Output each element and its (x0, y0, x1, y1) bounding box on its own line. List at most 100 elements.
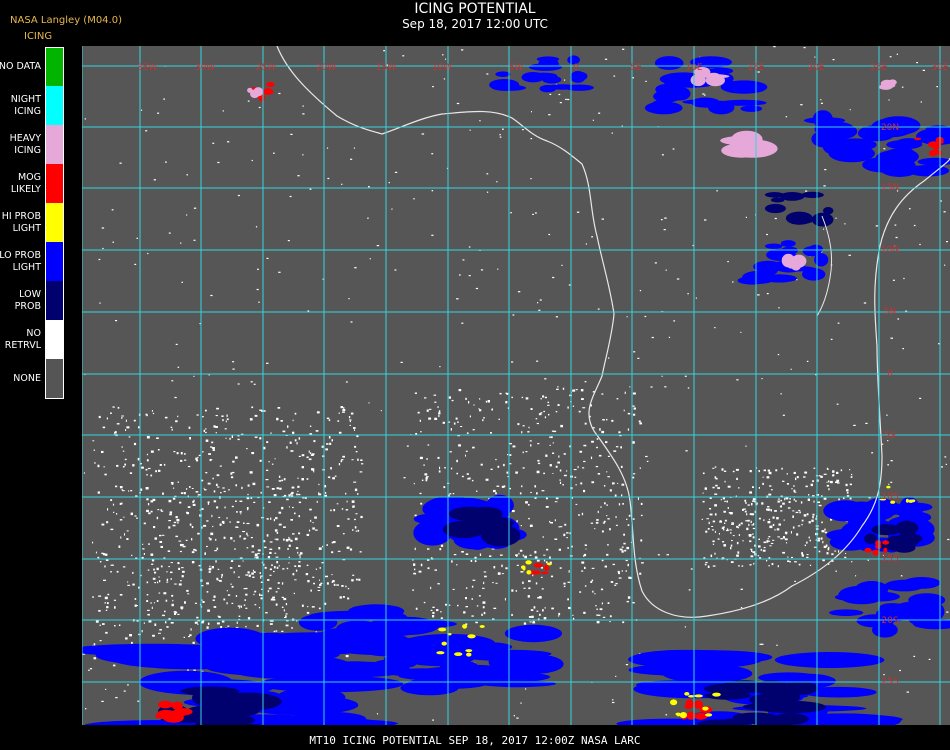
speckle-dot (601, 393, 604, 395)
speckle-dot (191, 551, 195, 554)
speckle-dot (278, 475, 281, 478)
speckle-dot (301, 604, 304, 607)
speckle-dot (806, 513, 809, 516)
speckle-dot (776, 517, 779, 520)
speckle-dot (309, 188, 312, 190)
speckle-dot (531, 615, 534, 618)
speckle-dot (283, 609, 285, 612)
speckle-dot (452, 493, 455, 495)
speckle-dot (298, 501, 302, 504)
speckle-dot (772, 516, 775, 519)
speckle-dot (93, 643, 96, 646)
speckle-dot (609, 528, 611, 531)
legend-item: LOW PROB (0, 281, 66, 320)
speckle-dot (804, 544, 806, 547)
speckle-dot (222, 487, 225, 489)
speckle-dot (782, 536, 785, 539)
speckle-dot (791, 488, 793, 490)
speckle-dot (803, 47, 806, 49)
speckle-dot (254, 604, 257, 606)
speckle-dot (542, 609, 544, 612)
speckle-dot (596, 446, 598, 449)
speckle-dot (266, 441, 269, 443)
speckle-dot (803, 476, 806, 478)
mog-likely-area (864, 547, 872, 553)
speckle-dot (147, 613, 150, 616)
speckle-dot (516, 564, 519, 566)
speckle-dot (232, 460, 235, 463)
speckle-dot (919, 243, 921, 246)
speckle-dot (216, 547, 219, 550)
low-prob-area (462, 509, 486, 519)
speckle-dot (353, 427, 356, 429)
speckle-dot (707, 528, 710, 530)
speckle-dot (239, 535, 242, 537)
speckle-dot (156, 600, 159, 602)
hi-prob-light-area (479, 625, 485, 628)
speckle-dot (281, 596, 284, 598)
low-prob-light-area (542, 75, 562, 84)
speckle-dot (695, 297, 697, 299)
speckle-dot (704, 487, 707, 490)
speckle-dot (449, 493, 452, 495)
speckle-dot (137, 700, 140, 702)
speckle-dot (252, 482, 256, 486)
speckle-dot (758, 545, 761, 548)
speckle-dot (768, 565, 770, 567)
hi-prob-light-area (438, 627, 447, 632)
speckle-dot (775, 469, 778, 472)
speckle-dot (293, 592, 295, 595)
speckle-dot (890, 460, 893, 462)
speckle-dot (465, 397, 467, 400)
speckle-dot (342, 533, 345, 535)
speckle-dot (85, 708, 87, 710)
speckle-dot (181, 575, 184, 578)
speckle-dot (541, 588, 544, 590)
speckle-dot (172, 524, 176, 527)
speckle-dot (559, 469, 562, 472)
speckle-dot (572, 405, 575, 407)
low-prob-light-area (740, 105, 763, 112)
speckle-dot (156, 567, 159, 571)
speckle-dot (563, 585, 566, 588)
speckle-dot (535, 418, 538, 420)
speckle-dot (273, 570, 275, 573)
speckle-dot (423, 601, 426, 604)
speckle-dot (439, 548, 442, 551)
speckle-dot (247, 484, 250, 487)
speckle-dot (97, 556, 100, 559)
mog-likely-area (533, 563, 544, 568)
speckle-dot (354, 429, 355, 431)
speckle-dot (520, 571, 524, 573)
speckle-dot (626, 316, 628, 318)
speckle-dot (213, 606, 217, 608)
speckle-dot (875, 225, 879, 227)
speckle-dot (341, 585, 344, 587)
speckle-dot (555, 316, 558, 318)
speckle-dot (346, 500, 348, 503)
speckle-dot (301, 454, 305, 457)
speckle-dot (808, 494, 810, 496)
speckle-dot (169, 511, 173, 514)
speckle-dot (134, 263, 137, 265)
speckle-dot (581, 512, 584, 516)
speckle-dot (445, 58, 447, 60)
speckle-dot (325, 575, 328, 578)
speckle-dot (275, 517, 278, 520)
speckle-dot (774, 510, 777, 512)
speckle-dot (535, 212, 537, 214)
speckle-dot (730, 561, 734, 563)
speckle-dot (544, 416, 547, 419)
speckle-dot (551, 607, 554, 610)
speckle-dot (248, 574, 251, 577)
speckle-dot (347, 597, 350, 600)
speckle-dot (495, 458, 497, 461)
speckle-dot (246, 448, 248, 450)
speckle-dot (245, 625, 247, 628)
legend-swatch (46, 320, 64, 359)
speckle-dot (777, 354, 780, 356)
speckle-dot (484, 575, 487, 578)
speckle-dot (143, 553, 145, 555)
speckle-dot (478, 595, 481, 597)
speckle-dot (732, 535, 735, 537)
